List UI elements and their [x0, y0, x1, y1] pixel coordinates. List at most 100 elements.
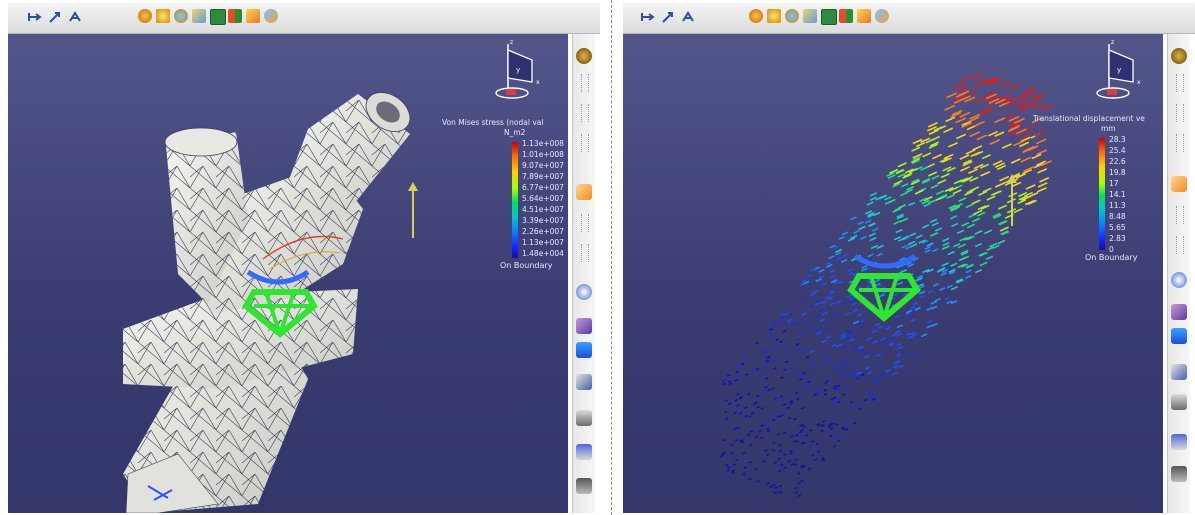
displacement-vector: [864, 366, 871, 370]
multi-view-icon[interactable]: [839, 9, 853, 23]
normal-view-icon[interactable]: [821, 9, 837, 25]
displacement-vector: [944, 297, 950, 301]
displacement-vector: [841, 301, 846, 305]
displacement-vector: [971, 199, 981, 205]
rotate-icon[interactable]: [174, 9, 188, 23]
compass-icon[interactable]: y x z: [1093, 38, 1153, 108]
fly-icon[interactable]: [68, 9, 82, 23]
displacement-vector: [929, 232, 939, 237]
legend-value: 5.64e+007: [522, 194, 564, 203]
top-toolbar: [623, 3, 1195, 34]
displacement-vector: [830, 397, 834, 401]
displacement-vector: [910, 305, 916, 310]
analysis-icon[interactable]: [1171, 364, 1187, 380]
displacement-legend[interactable]: Translational displacement ve mm 28.3 25…: [1033, 114, 1163, 274]
displacement-vector: [745, 373, 749, 376]
shading-icon[interactable]: [246, 9, 260, 23]
3d-viewport-stress[interactable]: y x z Von Mises stress (nodal val N_m2 1…: [8, 34, 568, 513]
pan-icon[interactable]: [156, 9, 170, 23]
displacement-vector: [805, 382, 811, 386]
displacement-vector: [818, 388, 823, 392]
zoom-icon[interactable]: [803, 9, 817, 23]
displacement-vector: [725, 463, 729, 467]
displacement-vector: [783, 322, 788, 327]
view-mode-icon[interactable]: [1171, 304, 1187, 320]
catalog-icon[interactable]: [1171, 48, 1187, 64]
rotate-icon[interactable]: [785, 9, 799, 23]
top-toolbar: [8, 3, 600, 34]
displacement-vector: [740, 362, 745, 366]
clamp-icon[interactable]: [1171, 434, 1187, 450]
select-icon[interactable]: [1171, 176, 1187, 192]
legend-value: 8.48: [1109, 212, 1126, 221]
displacement-vector: [947, 142, 958, 148]
hide-show-icon[interactable]: [875, 9, 889, 23]
normal-view-icon[interactable]: [210, 9, 226, 25]
legend-color-bar: [512, 142, 518, 258]
displacement-vector: [892, 293, 899, 297]
displacement-vector: [828, 255, 835, 260]
fly-icon[interactable]: [681, 9, 695, 23]
displacement-vector: [815, 278, 822, 283]
displacement-vector: [901, 244, 908, 249]
select-icon[interactable]: [576, 184, 592, 200]
zoom-in-icon[interactable]: [576, 284, 592, 300]
displacement-vector: [766, 481, 770, 485]
displacement-vector: [859, 326, 864, 330]
stress-legend[interactable]: Von Mises stress (nodal val N_m2 1.13e+0…: [442, 118, 568, 278]
displacement-vector: [809, 373, 814, 377]
hide-show-icon[interactable]: [264, 9, 278, 23]
displacement-vector: [866, 336, 873, 341]
displacement-vector: [969, 131, 981, 138]
analysis-icon[interactable]: [576, 374, 592, 390]
displacement-vector: [907, 201, 916, 207]
rotate-view-icon[interactable]: [576, 342, 592, 358]
zoom-icon[interactable]: [192, 9, 206, 23]
displacement-vector: [754, 435, 759, 439]
3d-viewport-displacement[interactable]: y x z Translational displacement ve mm 2…: [623, 34, 1163, 513]
fit-all-icon[interactable]: [138, 9, 152, 23]
fit-all-icon[interactable]: [749, 9, 763, 23]
displacement-vector: [738, 411, 743, 415]
displacement-vector: [733, 427, 737, 431]
displacement-vector: [857, 313, 863, 317]
displacement-vector: [909, 232, 917, 237]
displacement-vector: [849, 400, 854, 404]
catalog-icon[interactable]: [576, 48, 592, 64]
displacement-vector: [986, 195, 996, 201]
displacement-vector: [796, 397, 800, 401]
displacement-vector: [943, 153, 954, 160]
clamp-icon[interactable]: [576, 444, 592, 460]
select-arrow-icon[interactable]: [28, 9, 42, 23]
displacement-vector: [894, 330, 901, 334]
displacement-vector: [798, 378, 803, 381]
displacement-vector: [727, 402, 732, 406]
displacement-vector: [927, 290, 934, 294]
measure-icon[interactable]: [1171, 394, 1187, 410]
displacement-vector: [787, 416, 792, 420]
rotate-view-icon[interactable]: [1171, 328, 1187, 344]
select-arrow-icon[interactable]: [641, 9, 655, 23]
displacement-vector: [978, 190, 988, 196]
mesh-icon[interactable]: [1171, 466, 1187, 482]
displacement-vector: [766, 429, 771, 433]
view-mode-icon[interactable]: [576, 318, 592, 334]
displacement-vector: [748, 415, 753, 418]
displacement-vector: [945, 116, 956, 123]
compass-icon[interactable]: y x z: [492, 38, 552, 108]
displacement-vector: [766, 427, 770, 431]
displacement-vector: [959, 111, 971, 118]
multi-view-icon[interactable]: [228, 9, 242, 23]
measure-icon[interactable]: [576, 410, 592, 426]
displacement-vector: [801, 312, 807, 316]
displacement-vector: [735, 364, 741, 368]
snap-icon[interactable]: [48, 9, 62, 23]
displacement-vector: [894, 314, 900, 319]
zoom-in-icon[interactable]: [1171, 272, 1187, 288]
pan-icon[interactable]: [767, 9, 781, 23]
left-analysis-window: y x z Von Mises stress (nodal val N_m2 1…: [8, 3, 600, 513]
snap-icon[interactable]: [661, 9, 675, 23]
displacement-vector: [794, 458, 798, 462]
shading-icon[interactable]: [857, 9, 871, 23]
mesh-icon[interactable]: [576, 478, 592, 494]
